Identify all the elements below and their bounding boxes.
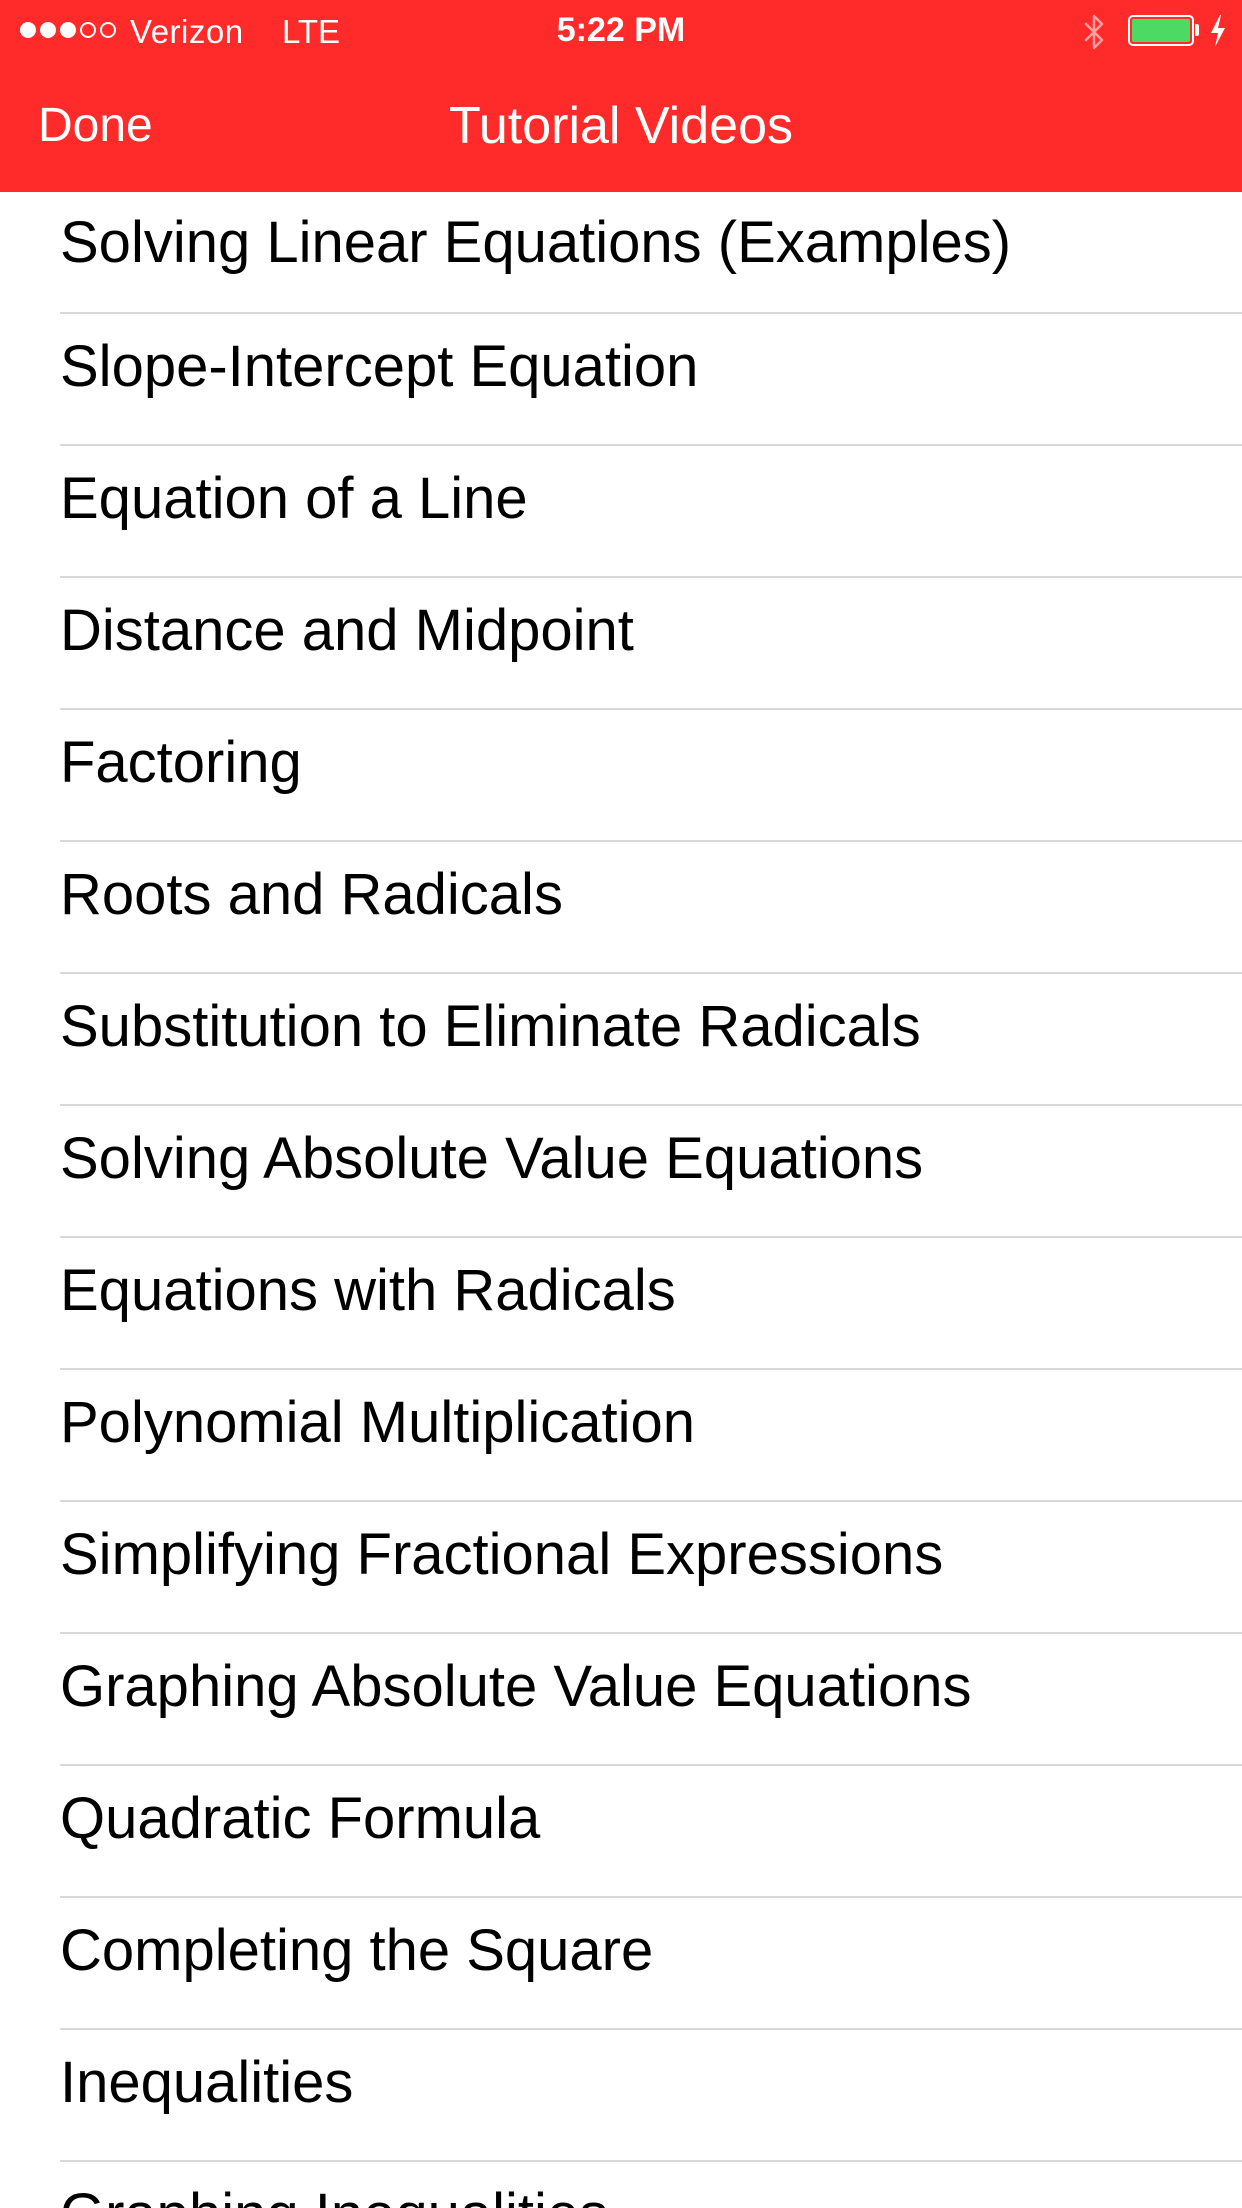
list-item[interactable]: Roots and Radicals: [0, 842, 1242, 974]
list-item[interactable]: Polynomial Multiplication: [0, 1370, 1242, 1502]
list-item[interactable]: Slope-Intercept Equation: [0, 314, 1242, 446]
list-item-label: Substitution to Eliminate Radicals: [60, 994, 921, 1059]
list-item[interactable]: Substitution to Eliminate Radicals: [0, 974, 1242, 1106]
list-item[interactable]: Solving Linear Equations (Examples): [0, 192, 1242, 314]
tutorial-video-list[interactable]: Solving Linear Equations (Examples) Slope…: [0, 192, 1242, 2208]
battery-level-fill: [1132, 19, 1190, 42]
top-bar: Verizon LTE 5:22 PM Done Tutorial Videos: [0, 0, 1242, 192]
status-time: 5:22 PM: [556, 11, 686, 49]
list-item-label: Equation of a Line: [60, 466, 528, 531]
bluetooth-icon: [1084, 14, 1104, 50]
list-item-label: Roots and Radicals: [60, 862, 563, 927]
list-item-label: Polynomial Multiplication: [60, 1390, 696, 1455]
list-item-label: Equations with Radicals: [60, 1258, 676, 1323]
list-item[interactable]: Solving Absolute Value Equations: [0, 1106, 1242, 1238]
list-item[interactable]: Factoring: [0, 710, 1242, 842]
list-item-label: Quadratic Formula: [60, 1786, 541, 1851]
list-item[interactable]: Distance and Midpoint: [0, 578, 1242, 710]
list-item[interactable]: Equations with Radicals: [0, 1238, 1242, 1370]
list-item[interactable]: Simplifying Fractional Expressions: [0, 1502, 1242, 1634]
list-item[interactable]: Quadratic Formula: [0, 1766, 1242, 1898]
list-item[interactable]: Inequalities: [0, 2030, 1242, 2162]
battery-icon: [1128, 15, 1194, 46]
charging-icon: [1211, 15, 1225, 47]
list-item-label: Simplifying Fractional Expressions: [60, 1522, 944, 1587]
list-item-label: Solving Absolute Value Equations: [60, 1126, 924, 1191]
list-item-label: Graphing Absolute Value Equations: [60, 1654, 972, 1719]
list-item[interactable]: Graphing Inequalities: [0, 2162, 1242, 2208]
list-item[interactable]: Equation of a Line: [0, 446, 1242, 578]
nav-title: Tutorial Videos: [449, 97, 793, 155]
list-item[interactable]: Completing the Square: [0, 1898, 1242, 2030]
list-item-label: Distance and Midpoint: [60, 598, 634, 663]
list-item-label: Solving Linear Equations (Examples): [60, 210, 1012, 275]
list-item-label: Graphing Inequalities: [60, 2162, 608, 2208]
status-bar: Verizon LTE 5:22 PM: [0, 0, 1242, 60]
list-item-label: Inequalities: [60, 2050, 354, 2115]
battery-tip: [1195, 24, 1199, 36]
list-item-label: Completing the Square: [60, 1918, 654, 1983]
list-item-label: Slope-Intercept Equation: [60, 334, 699, 399]
list-item-label: Factoring: [60, 730, 302, 795]
list-item[interactable]: Graphing Absolute Value Equations: [0, 1634, 1242, 1766]
